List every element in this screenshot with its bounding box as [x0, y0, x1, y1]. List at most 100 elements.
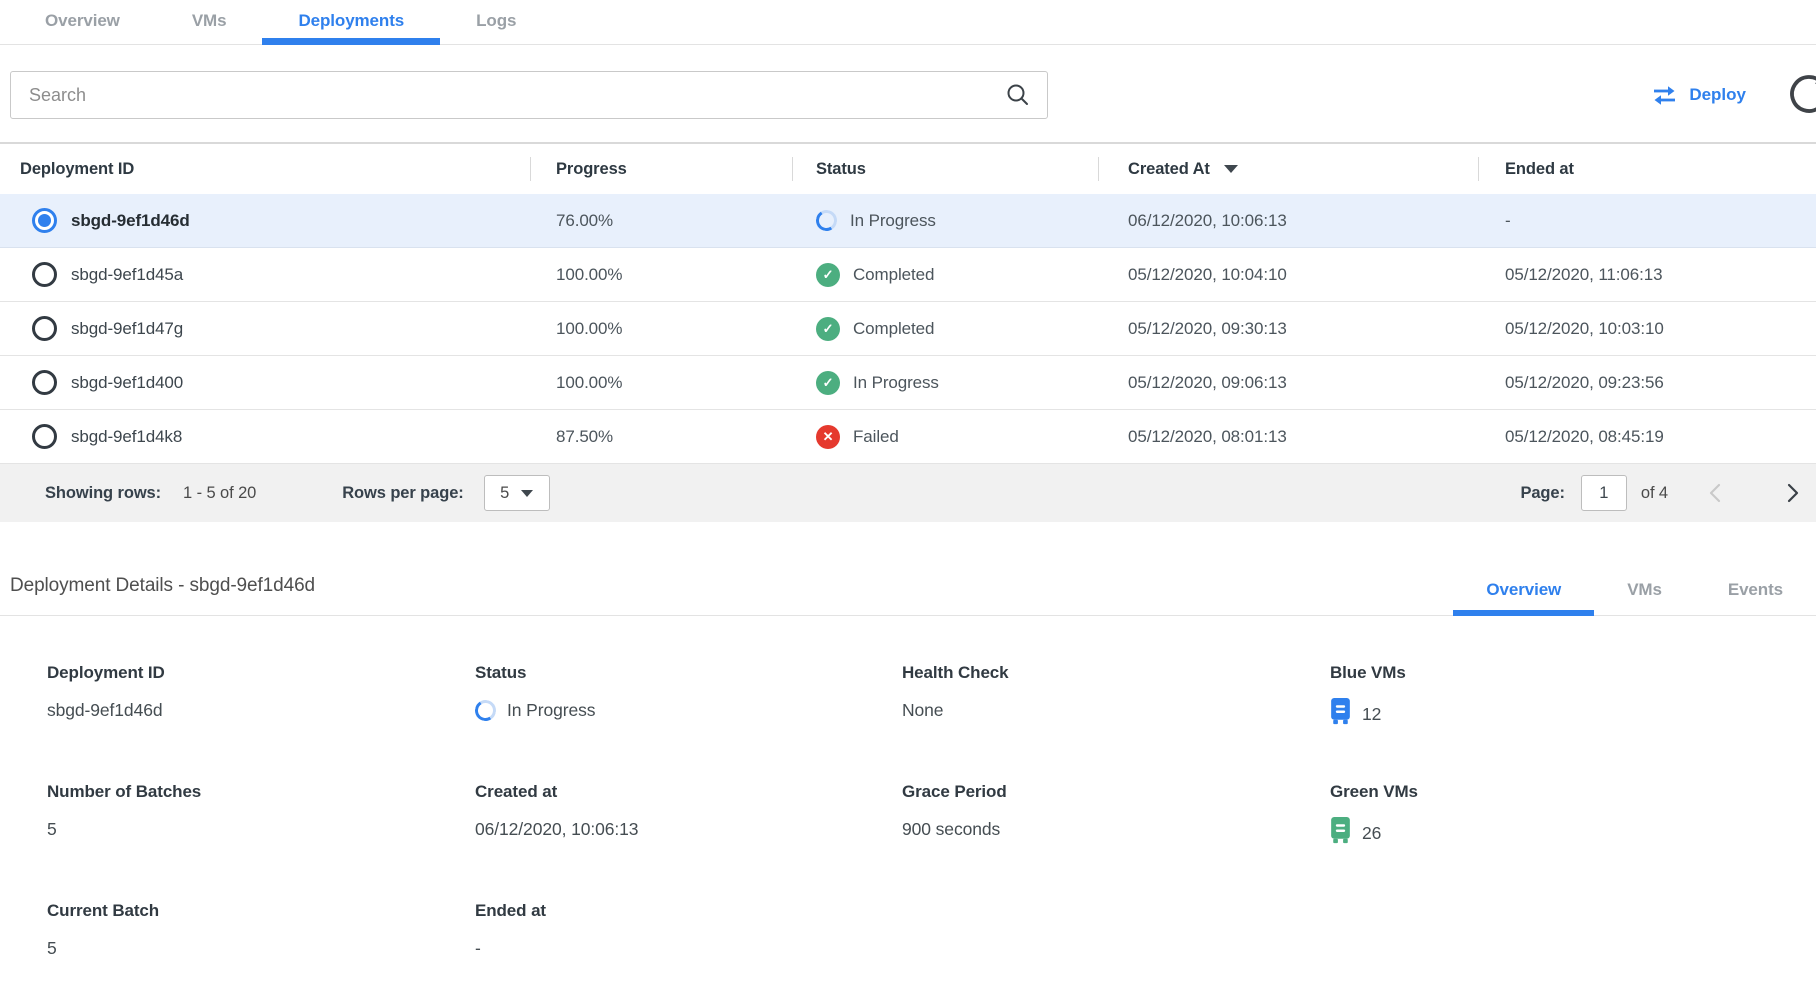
deployment-id: sbgd-9ef1d400 — [71, 373, 183, 393]
deployment-id: sbgd-9ef1d47g — [71, 319, 183, 339]
field-current-batch: Current Batch 5 — [47, 901, 475, 960]
field-value: None — [902, 698, 1330, 722]
col-header-status[interactable]: Status — [792, 144, 1098, 194]
chevron-left-icon — [1706, 481, 1726, 505]
field-number-of-batches: Number of Batches 5 — [47, 782, 475, 849]
table-row[interactable]: sbgd-9ef1d4k8 87.50% Failed 05/12/2020, … — [0, 410, 1816, 464]
details-title: Deployment Details - sbgd-9ef1d46d — [10, 575, 315, 615]
field-label: Number of Batches — [47, 782, 475, 802]
field-label: Current Batch — [47, 901, 475, 921]
field-label: Blue VMs — [1330, 663, 1816, 683]
created-at-value: 05/12/2020, 09:30:13 — [1098, 319, 1478, 339]
field-ended-at: Ended at - — [475, 901, 902, 960]
chevron-down-icon — [521, 490, 533, 497]
deploy-label: Deploy — [1689, 85, 1746, 105]
row-radio[interactable] — [32, 316, 57, 341]
row-radio[interactable] — [32, 370, 57, 395]
field-green-vms: Green VMs 26 — [1330, 782, 1816, 849]
field-label: Ended at — [475, 901, 902, 921]
row-radio[interactable] — [32, 208, 57, 233]
created-at-value: 05/12/2020, 10:04:10 — [1098, 265, 1478, 285]
rows-per-page-select[interactable]: 5 — [484, 475, 550, 511]
details-tab-bar: Overview VMs Events — [1453, 580, 1816, 615]
showing-rows-value: 1 - 5 of 20 — [183, 484, 256, 503]
page-number-input[interactable] — [1581, 475, 1627, 511]
field-value: In Progress — [507, 700, 595, 721]
field-value: - — [475, 936, 902, 960]
search-box[interactable] — [10, 71, 1048, 119]
refresh-icon[interactable] — [1786, 72, 1816, 118]
field-blue-vms: Blue VMs 12 — [1330, 663, 1816, 730]
progress-value: 100.00% — [530, 373, 792, 393]
created-at-value: 05/12/2020, 09:06:13 — [1098, 373, 1478, 393]
next-page-button[interactable] — [1782, 481, 1802, 505]
details-tab-vms[interactable]: VMs — [1594, 580, 1695, 615]
page-total: of 4 — [1641, 484, 1668, 503]
status-text: In Progress — [850, 211, 936, 231]
field-value: sbgd-9ef1d46d — [47, 698, 475, 722]
progress-value: 100.00% — [530, 265, 792, 285]
field-value: 06/12/2020, 10:06:13 — [475, 817, 902, 841]
details-tab-events[interactable]: Events — [1695, 580, 1816, 615]
ended-at-value: 05/12/2020, 09:23:56 — [1478, 373, 1816, 393]
row-radio[interactable] — [32, 262, 57, 287]
field-status: Status In Progress — [475, 663, 902, 730]
field-label: Grace Period — [902, 782, 1330, 802]
field-label: Green VMs — [1330, 782, 1816, 802]
deployments-table: Deployment ID Progress Status Created At… — [0, 142, 1816, 522]
sort-desc-icon — [1224, 165, 1238, 173]
rows-per-page-value: 5 — [500, 484, 509, 503]
table-row[interactable]: sbgd-9ef1d46d 76.00% In Progress 06/12/2… — [0, 194, 1816, 248]
blue-vm-icon — [1330, 698, 1351, 730]
tab-overview[interactable]: Overview — [9, 11, 156, 44]
chevron-right-icon — [1782, 481, 1802, 505]
deployment-id: sbgd-9ef1d45a — [71, 265, 183, 285]
ended-at-value: - — [1478, 211, 1816, 231]
page-label: Page: — [1520, 484, 1564, 503]
field-created-at: Created at 06/12/2020, 10:06:13 — [475, 782, 902, 849]
status-completed-icon — [816, 263, 840, 287]
deploy-button[interactable]: Deploy — [1651, 85, 1746, 106]
status-text: In Progress — [853, 373, 939, 393]
main-tab-bar: Overview VMs Deployments Logs — [0, 0, 1816, 45]
field-label: Deployment ID — [47, 663, 475, 683]
status-text: Failed — [853, 427, 899, 447]
field-label: Created at — [475, 782, 902, 802]
col-header-progress[interactable]: Progress — [530, 144, 792, 194]
field-label: Status — [475, 663, 902, 683]
ended-at-value: 05/12/2020, 11:06:13 — [1478, 265, 1816, 285]
deployment-id: sbgd-9ef1d46d — [71, 211, 190, 231]
deployment-id: sbgd-9ef1d4k8 — [71, 427, 182, 447]
rows-per-page-label: Rows per page: — [342, 484, 463, 503]
previous-page-button[interactable] — [1706, 481, 1726, 505]
tab-deployments[interactable]: Deployments — [262, 11, 440, 44]
tab-vms[interactable]: VMs — [156, 11, 263, 44]
toolbar: Deploy — [0, 71, 1816, 119]
green-vm-icon — [1330, 817, 1351, 849]
showing-rows-label: Showing rows: — [45, 484, 161, 503]
table-row[interactable]: sbgd-9ef1d47g 100.00% Completed 05/12/20… — [0, 302, 1816, 356]
table-row[interactable]: sbgd-9ef1d45a 100.00% Completed 05/12/20… — [0, 248, 1816, 302]
ended-at-value: 05/12/2020, 10:03:10 — [1478, 319, 1816, 339]
status-text: Completed — [853, 319, 934, 339]
field-value: 26 — [1362, 823, 1381, 844]
field-health-check: Health Check None — [902, 663, 1330, 730]
search-input[interactable] — [29, 85, 1005, 106]
field-value: 5 — [47, 817, 475, 841]
status-text: Completed — [853, 265, 934, 285]
table-header-row: Deployment ID Progress Status Created At… — [0, 142, 1816, 194]
field-grace-period: Grace Period 900 seconds — [902, 782, 1330, 849]
details-tab-overview[interactable]: Overview — [1453, 580, 1594, 615]
field-label: Health Check — [902, 663, 1330, 683]
details-header: Deployment Details - sbgd-9ef1d46d Overv… — [0, 575, 1816, 616]
table-row[interactable]: sbgd-9ef1d400 100.00% In Progress 05/12/… — [0, 356, 1816, 410]
col-header-created-at[interactable]: Created At — [1098, 144, 1478, 194]
field-value: 5 — [47, 936, 475, 960]
progress-value: 100.00% — [530, 319, 792, 339]
col-header-deployment-id[interactable]: Deployment ID — [0, 144, 530, 194]
row-radio[interactable] — [32, 424, 57, 449]
col-header-ended-at[interactable]: Ended at — [1478, 144, 1816, 194]
tab-logs[interactable]: Logs — [440, 11, 552, 44]
status-failed-icon — [816, 425, 840, 449]
status-in-progress-icon — [814, 208, 839, 233]
